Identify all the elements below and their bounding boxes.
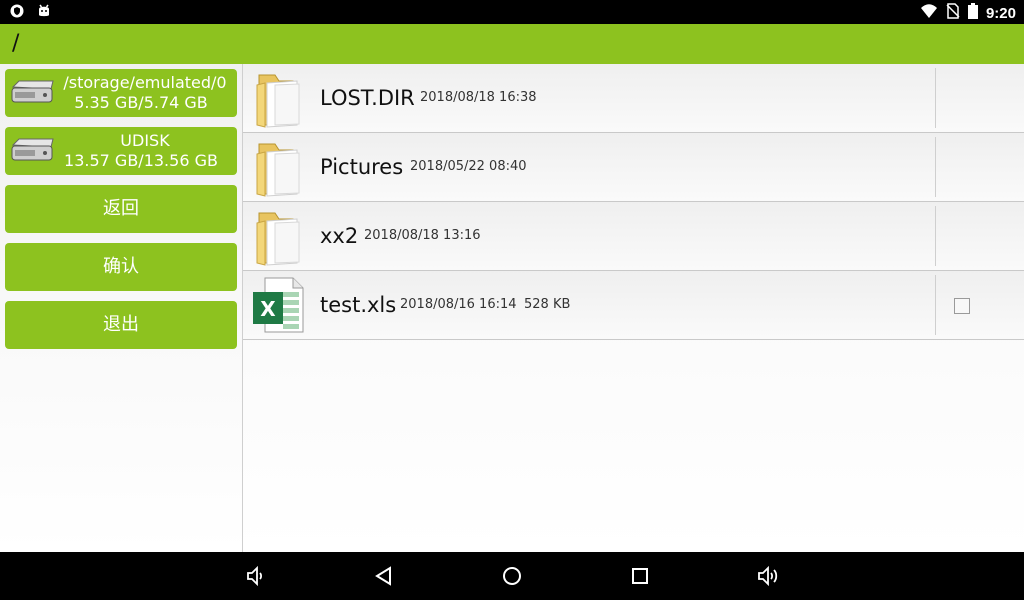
- row-divider: [935, 206, 936, 266]
- file-list: LOST.DIR 2018/08/18 16:38 Pictures 2018/…: [243, 64, 1024, 552]
- android-icon: [36, 3, 52, 23]
- file-name: xx2: [320, 224, 359, 248]
- row-divider: [935, 137, 936, 197]
- drive-size: 5.35 GB/5.74 GB: [74, 93, 208, 112]
- file-date: 2018/08/16 16:14: [400, 297, 517, 312]
- file-row[interactable]: Pictures 2018/05/22 08:40: [243, 133, 1024, 202]
- folder-icon: [253, 69, 303, 133]
- file-row[interactable]: X test.xls 2018/08/16 16:14 528 KB: [243, 271, 1024, 340]
- svg-text:X: X: [260, 297, 276, 321]
- file-name: Pictures: [320, 155, 404, 179]
- volume-up-icon[interactable]: [756, 564, 780, 588]
- confirm-button[interactable]: 确认: [5, 243, 237, 291]
- row-divider: [935, 275, 936, 335]
- drive-size: 13.57 GB/13.56 GB: [64, 151, 218, 170]
- exit-button[interactable]: 退出: [5, 301, 237, 349]
- navigation-bar: [0, 552, 1024, 600]
- drive-udisk[interactable]: UDISK 13.57 GB/13.56 GB: [5, 127, 237, 175]
- drive-name: UDISK: [120, 131, 170, 150]
- current-path: /: [12, 31, 20, 56]
- back-button[interactable]: 返回: [5, 185, 237, 233]
- file-date: 2018/08/18 16:38: [420, 90, 537, 105]
- back-icon[interactable]: [372, 564, 396, 588]
- clock: 9:20: [985, 4, 1016, 22]
- path-bar: /: [0, 24, 1024, 64]
- folder-icon: [253, 138, 303, 202]
- sidebar: /storage/emulated/0 5.35 GB/5.74 GB UDIS…: [0, 64, 243, 552]
- shield-icon: [10, 3, 24, 23]
- status-bar: 9:20: [0, 0, 1024, 24]
- wifi-icon: [920, 3, 938, 23]
- folder-icon: [253, 207, 303, 271]
- file-date: 2018/08/18 13:16: [364, 228, 481, 243]
- excel-file-icon: X: [253, 276, 309, 340]
- file-date: 2018/05/22 08:40: [410, 159, 527, 174]
- file-select-checkbox[interactable]: [954, 298, 970, 314]
- hard-drive-icon: [9, 79, 55, 113]
- row-divider: [935, 68, 936, 128]
- drive-internal-storage[interactable]: /storage/emulated/0 5.35 GB/5.74 GB: [5, 69, 237, 117]
- drive-name: /storage/emulated/0: [63, 73, 227, 92]
- file-row[interactable]: xx2 2018/08/18 13:16: [243, 202, 1024, 271]
- battery-icon: [967, 3, 978, 23]
- file-size: 528 KB: [524, 297, 571, 312]
- home-icon[interactable]: [500, 564, 524, 588]
- file-name: LOST.DIR: [320, 86, 415, 110]
- recents-icon[interactable]: [628, 564, 652, 588]
- no-sim-icon: [946, 3, 960, 23]
- file-name: test.xls: [320, 293, 397, 317]
- hard-drive-icon: [9, 137, 55, 171]
- file-row[interactable]: LOST.DIR 2018/08/18 16:38: [243, 64, 1024, 133]
- volume-down-icon[interactable]: [244, 564, 268, 588]
